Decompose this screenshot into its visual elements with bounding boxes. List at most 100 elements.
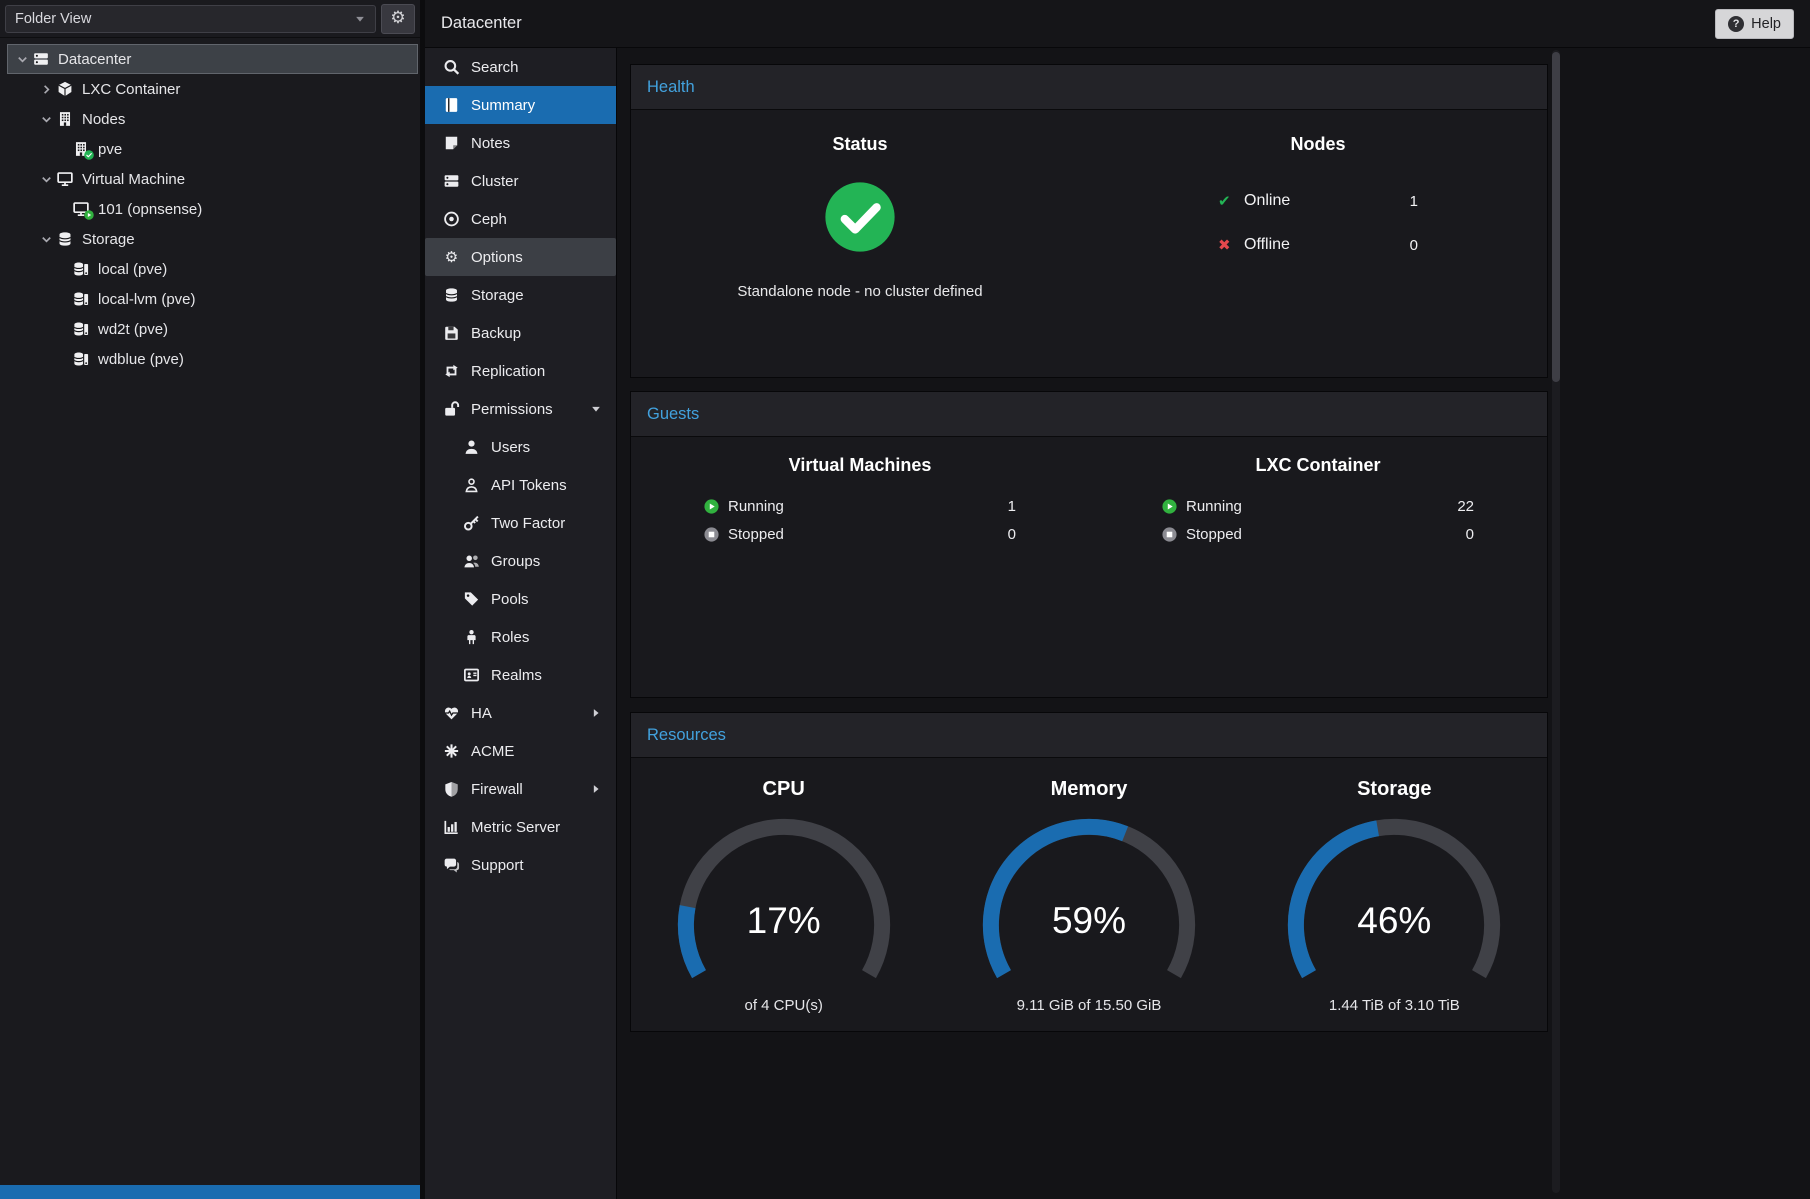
nav-item-firewall[interactable]: Firewall — [425, 770, 616, 808]
nav-item-realms[interactable]: Realms — [425, 656, 616, 694]
nav-item-label: Summary — [471, 97, 535, 114]
check-badge-icon — [84, 150, 94, 160]
nav-item-api-tokens[interactable]: API Tokens — [425, 466, 616, 504]
cube-icon — [56, 81, 74, 97]
nav-item-support[interactable]: Support — [425, 846, 616, 884]
scrollbar-thumb[interactable] — [1552, 52, 1560, 382]
nodes-online-row: ✔ Online 1 — [1218, 179, 1418, 223]
nav-item-search[interactable]: Search — [425, 48, 616, 86]
nav-item-label: Roles — [491, 629, 529, 646]
nav-item-ha[interactable]: HA — [425, 694, 616, 732]
resources-panel-header: Resources — [631, 713, 1547, 758]
nav-item-label: HA — [471, 705, 492, 722]
nav-item-ceph[interactable]: Ceph — [425, 200, 616, 238]
users-icon — [463, 553, 480, 569]
gauge-title: Memory — [936, 778, 1241, 801]
nav-item-label: Groups — [491, 553, 540, 570]
resources-panel: Resources CPU 17% of 4 CPU(s) Memory — [630, 712, 1548, 1032]
resource-tree: Datacenter LXC Container Nodes pve Virtu… — [0, 38, 420, 374]
page-title: Datacenter — [441, 14, 522, 33]
tree-item-label: local-lvm (pve) — [98, 291, 196, 308]
summary-content: Health Status Standalone node - no clust… — [617, 48, 1810, 1199]
stopped-count: 0 — [1008, 526, 1016, 543]
chevron-down-icon[interactable] — [12, 53, 32, 66]
cpu-gauge-block: CPU 17% of 4 CPU(s) — [631, 758, 936, 1014]
building-icon — [56, 111, 74, 127]
check-icon: ✔ — [1218, 192, 1244, 210]
chevron-down-icon[interactable] — [36, 233, 56, 246]
nav-item-notes[interactable]: Notes — [425, 124, 616, 162]
status-column-title: Status — [631, 134, 1089, 155]
chevron-down-icon[interactable] — [36, 113, 56, 126]
nav-item-groups[interactable]: Groups — [425, 542, 616, 580]
nav-item-label: ACME — [471, 743, 514, 760]
unlock-icon — [443, 401, 460, 417]
nav-item-roles[interactable]: Roles — [425, 618, 616, 656]
stopped-icon — [704, 527, 719, 542]
tree-item-vm-101[interactable]: 101 (opnsense) — [0, 194, 420, 224]
nav-item-metric-server[interactable]: Metric Server — [425, 808, 616, 846]
tree-item-storage-wd2t[interactable]: wd2t (pve) — [0, 314, 420, 344]
nav-item-replication[interactable]: Replication — [425, 352, 616, 390]
storage-drive-icon — [72, 321, 90, 337]
tree-item-nodes[interactable]: Nodes — [0, 104, 420, 134]
nav-item-label: Backup — [471, 325, 521, 342]
stopped-count: 0 — [1466, 526, 1474, 543]
tree-item-label: LXC Container — [82, 81, 180, 98]
tree-item-storage-local[interactable]: local (pve) — [0, 254, 420, 284]
nav-item-label: Two Factor — [491, 515, 565, 532]
tree-item-virtual-machine[interactable]: Virtual Machine — [0, 164, 420, 194]
question-icon: ? — [1728, 16, 1744, 32]
view-selector-dropdown[interactable]: Folder View — [5, 5, 376, 33]
tree-item-storage-wdblue[interactable]: wdblue (pve) — [0, 344, 420, 374]
x-icon: ✖ — [1218, 236, 1244, 254]
storage-drive-icon — [72, 351, 90, 367]
nav-item-backup[interactable]: Backup — [425, 314, 616, 352]
running-label: Running — [1186, 498, 1242, 515]
nav-item-users[interactable]: Users — [425, 428, 616, 466]
nav-item-options[interactable]: ⚙Options — [425, 238, 616, 276]
gauge-percent: 17% — [656, 899, 912, 943]
tree-item-storage-local-lvm[interactable]: local-lvm (pve) — [0, 284, 420, 314]
guests-panel: Guests Virtual Machines Running 1 Stoppe… — [630, 391, 1548, 698]
nav-item-label: Replication — [471, 363, 545, 380]
vm-column-title: Virtual Machines — [631, 455, 1089, 476]
tree-item-storage[interactable]: Storage — [0, 224, 420, 254]
chevron-down-icon[interactable] — [36, 173, 56, 186]
nav-item-storage[interactable]: Storage — [425, 276, 616, 314]
nav-item-cluster[interactable]: Cluster — [425, 162, 616, 200]
nav-item-acme[interactable]: ACME — [425, 732, 616, 770]
person-icon — [463, 629, 480, 645]
tree-item-label: Nodes — [82, 111, 125, 128]
lxc-stopped-row: Stopped 0 — [1162, 520, 1474, 548]
shield-icon — [443, 781, 460, 797]
storage-drive-icon — [72, 261, 90, 277]
vm-running-icon — [72, 201, 90, 217]
key-icon — [463, 515, 480, 531]
tree-item-lxc-container[interactable]: LXC Container — [0, 74, 420, 104]
tree-settings-button[interactable]: ⚙ — [381, 4, 415, 34]
help-button[interactable]: ? Help — [1715, 9, 1794, 39]
user-icon — [463, 439, 480, 455]
tree-item-label: wdblue (pve) — [98, 351, 184, 368]
nav-item-summary[interactable]: Summary — [425, 86, 616, 124]
nav-item-pools[interactable]: Pools — [425, 580, 616, 618]
nav-item-label: Firewall — [471, 781, 523, 798]
tree-item-datacenter[interactable]: Datacenter — [7, 44, 418, 74]
tree-item-label: Storage — [82, 231, 135, 248]
tags-icon — [463, 591, 480, 607]
tree-item-pve[interactable]: pve — [0, 134, 420, 164]
nav-item-label: Storage — [471, 287, 524, 304]
log-panel-splitter[interactable] — [0, 1185, 420, 1199]
nav-item-two-factor[interactable]: Two Factor — [425, 504, 616, 542]
content-scrollbar[interactable] — [1552, 50, 1560, 1193]
online-label: Online — [1244, 192, 1290, 210]
health-panel-header: Health — [631, 65, 1547, 110]
address-card-icon — [463, 667, 480, 683]
storage-gauge-block: Storage 46% 1.44 TiB of 3.10 TiB — [1242, 758, 1547, 1014]
chevron-right-icon[interactable] — [36, 83, 56, 96]
sidebar-toolbar: Folder View ⚙ — [0, 0, 420, 38]
gauge-percent: 59% — [961, 899, 1217, 943]
nav-item-permissions[interactable]: Permissions — [425, 390, 616, 428]
guests-panel-header: Guests — [631, 392, 1547, 437]
